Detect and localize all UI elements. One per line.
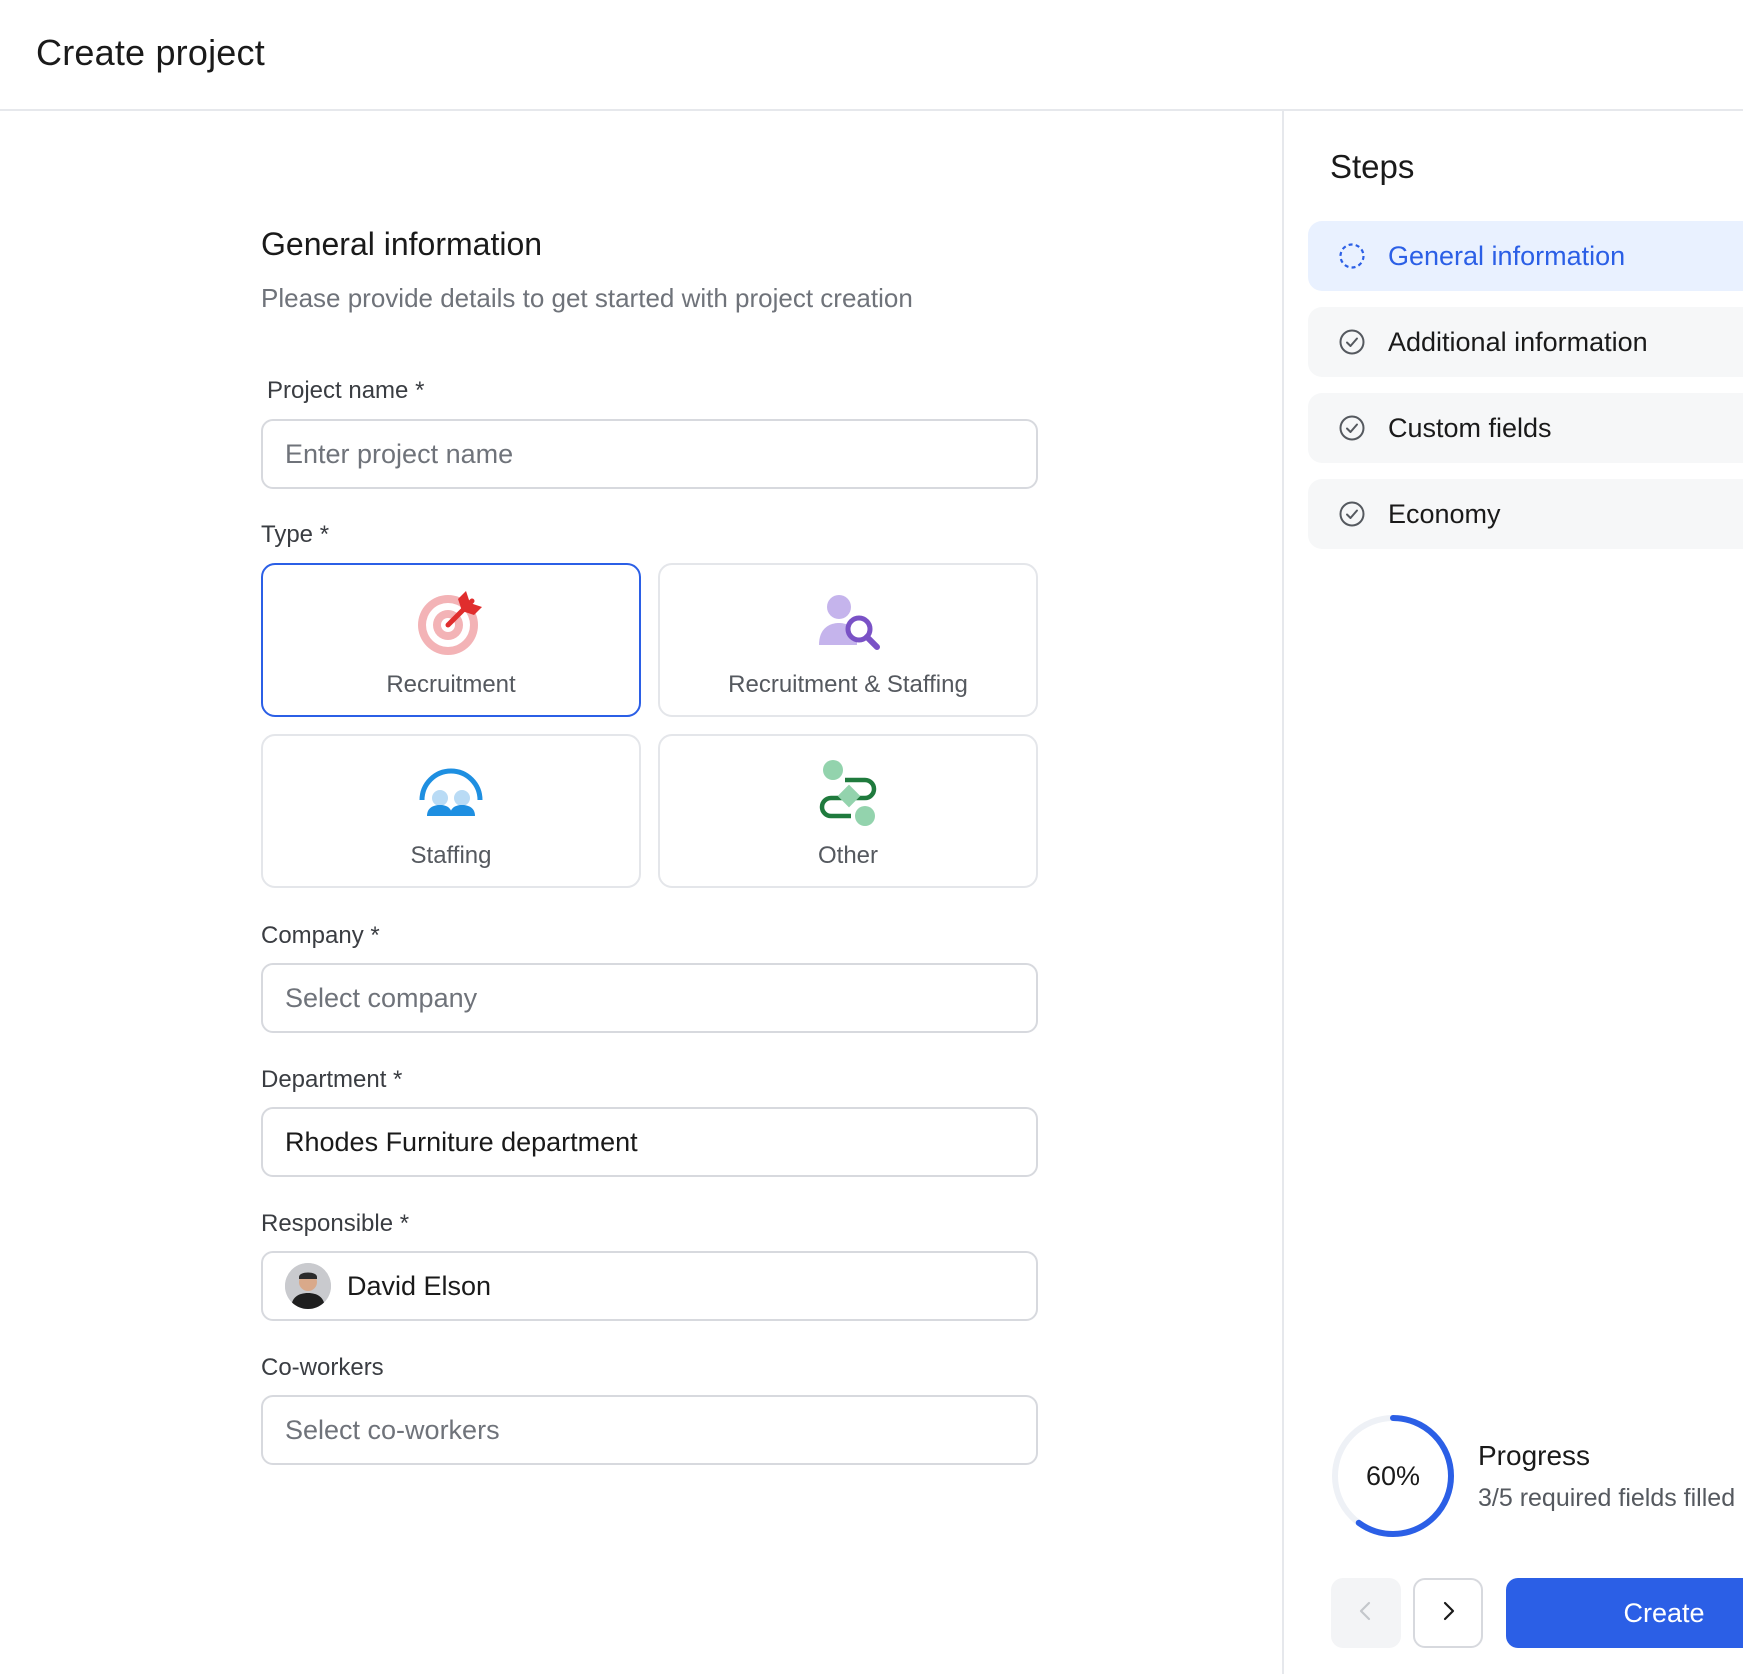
type-option-label: Recruitment	[386, 671, 516, 698]
check-circle-icon	[1338, 328, 1366, 356]
check-circle-icon	[1338, 414, 1366, 442]
project-name-placeholder: Enter project name	[285, 438, 514, 469]
create-button-label: Create	[1623, 1597, 1705, 1628]
in-progress-icon	[1338, 242, 1366, 270]
type-option-other[interactable]: Other	[658, 734, 1038, 888]
coworkers-select[interactable]: Select co-workers	[261, 1395, 1038, 1465]
type-option-label: Staffing	[410, 842, 492, 869]
type-option-recruitment-staffing[interactable]: Recruitment & Staffing	[658, 563, 1038, 717]
department-value: Rhodes Furniture department	[285, 1126, 638, 1157]
type-option-label: Other	[817, 842, 879, 869]
chevron-right-icon	[1437, 1600, 1459, 1627]
project-name-label: Project name *	[267, 377, 425, 404]
section-subtitle: Please provide details to get started wi…	[261, 283, 913, 313]
step-economy[interactable]: Economy	[1308, 479, 1743, 549]
progress-subtitle: 3/5 required fields filled	[1478, 1484, 1736, 1512]
create-button[interactable]: Create	[1506, 1578, 1743, 1648]
avatar	[285, 1263, 331, 1309]
step-label: Custom fields	[1388, 412, 1552, 443]
flow-icon	[813, 758, 883, 828]
step-label: General information	[1388, 240, 1626, 271]
type-option-staffing[interactable]: Staffing	[261, 734, 641, 888]
company-select[interactable]: Select company	[261, 963, 1038, 1033]
company-label: Company *	[261, 922, 380, 949]
progress-title: Progress	[1478, 1440, 1591, 1471]
previous-step-button[interactable]	[1331, 1578, 1401, 1648]
step-additional-information[interactable]: Additional information	[1308, 307, 1743, 377]
person-search-icon	[813, 587, 883, 657]
target-icon	[416, 587, 486, 657]
responsible-value: David Elson	[347, 1270, 492, 1301]
step-label: Additional information	[1388, 326, 1648, 357]
panel-divider	[1282, 111, 1284, 1674]
project-name-input[interactable]: Enter project name	[261, 419, 1038, 489]
progress-percent: 60%	[1365, 1460, 1421, 1491]
type-option-label: Recruitment & Staffing	[728, 671, 968, 698]
type-option-recruitment[interactable]: Recruitment	[261, 563, 641, 717]
chevron-left-icon	[1355, 1600, 1377, 1627]
responsible-select[interactable]: David Elson	[261, 1251, 1038, 1321]
check-circle-icon	[1338, 500, 1366, 528]
step-general-information[interactable]: General information	[1308, 221, 1743, 291]
coworkers-label: Co-workers	[261, 1354, 384, 1381]
type-label: Type *	[261, 521, 330, 548]
next-step-button[interactable]	[1413, 1578, 1483, 1648]
step-custom-fields[interactable]: Custom fields	[1308, 393, 1743, 463]
page-title: Create project	[36, 32, 265, 73]
department-input[interactable]: Rhodes Furniture department	[261, 1107, 1038, 1177]
step-label: Economy	[1388, 498, 1501, 529]
section-title: General information	[261, 226, 543, 262]
top-bar: Create project	[0, 0, 1743, 111]
department-label: Department *	[261, 1066, 403, 1093]
coworkers-placeholder: Select co-workers	[285, 1414, 500, 1445]
responsible-label: Responsible *	[261, 1210, 410, 1237]
team-icon	[416, 758, 486, 828]
steps-title: Steps	[1330, 148, 1415, 185]
company-placeholder: Select company	[285, 982, 478, 1013]
